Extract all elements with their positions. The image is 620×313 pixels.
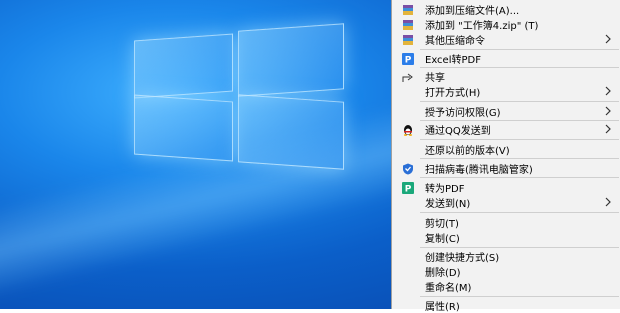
menu-item-give-access[interactable]: 授予访问权限(G) <box>392 104 620 119</box>
menu-item-add-to-zip[interactable]: 添加到 "工作簿4.zip" (T) <box>392 17 620 32</box>
menu-item-label: 剪切(T) <box>425 219 459 230</box>
qq-penguin-icon <box>403 125 413 136</box>
svg-text:P: P <box>405 56 412 66</box>
menu-item-share[interactable]: 共享 <box>392 69 620 84</box>
menu-item-send-to[interactable]: 发送到(N) <box>392 195 620 210</box>
menu-item-other-compress-commands[interactable]: 其他压缩命令 <box>392 32 620 47</box>
windows-logo-pane-top-right <box>238 23 344 97</box>
chevron-right-icon <box>605 86 611 96</box>
menu-item-label: 共享 <box>425 73 445 84</box>
chevron-right-icon <box>605 106 611 116</box>
menu-item-cut[interactable]: 剪切(T) <box>392 215 620 230</box>
menu-item-scan-virus[interactable]: 扫描病毒(腾讯电脑管家) <box>392 161 620 176</box>
share-icon <box>402 73 413 82</box>
menu-separator <box>420 158 619 159</box>
winrar-icon <box>403 35 413 45</box>
menu-item-send-via-qq[interactable]: 通过QQ发送到 <box>392 122 620 137</box>
chevron-right-icon <box>605 124 611 134</box>
menu-item-restore-previous-versions[interactable]: 还原以前的版本(V) <box>392 142 620 157</box>
menu-item-properties[interactable]: 属性(R) <box>392 298 620 313</box>
menu-item-label: 创建快捷方式(S) <box>425 253 500 264</box>
menu-separator <box>420 247 619 248</box>
menu-separator <box>420 212 619 213</box>
menu-item-create-shortcut[interactable]: 创建快捷方式(S) <box>392 249 620 264</box>
menu-item-label: 添加到 "工作簿4.zip" (T) <box>425 21 539 32</box>
menu-item-label: 其他压缩命令 <box>425 36 485 47</box>
winrar-icon <box>403 20 413 30</box>
menu-separator <box>420 177 619 178</box>
windows-logo-pane-bottom-left <box>134 94 233 162</box>
menu-separator <box>420 120 619 121</box>
menu-item-copy[interactable]: 复制(C) <box>392 230 620 245</box>
menu-item-open-with[interactable]: 打开方式(H) <box>392 84 620 99</box>
menu-item-label: 属性(R) <box>425 302 460 313</box>
context-menu: 添加到压缩文件(A)... 添加到 "工作簿4.zip" (T) 其他压缩命令 … <box>391 0 620 313</box>
winrar-icon <box>403 5 413 15</box>
menu-item-label: 转为PDF <box>425 184 465 195</box>
menu-item-excel-to-pdf[interactable]: P Excel转PDF <box>392 51 620 66</box>
menu-separator <box>420 139 619 140</box>
menu-item-label: 添加到压缩文件(A)... <box>425 6 520 17</box>
menu-item-label: 删除(D) <box>425 268 461 279</box>
menu-item-label: 重命名(M) <box>425 283 472 294</box>
menu-separator <box>420 67 619 68</box>
menu-item-label: 通过QQ发送到 <box>425 126 491 137</box>
menu-item-label: 还原以前的版本(V) <box>425 146 510 157</box>
pdf-p-blue-icon: P <box>402 53 414 65</box>
chevron-right-icon <box>605 197 611 207</box>
svg-text:P: P <box>405 185 412 195</box>
menu-separator <box>420 296 619 297</box>
menu-item-label: 扫描病毒(腾讯电脑管家) <box>425 165 533 176</box>
menu-separator <box>420 49 619 50</box>
menu-separator <box>420 101 619 102</box>
menu-item-label: 打开方式(H) <box>425 88 481 99</box>
menu-item-add-to-archive[interactable]: 添加到压缩文件(A)... <box>392 2 620 17</box>
menu-item-convert-to-pdf[interactable]: P 转为PDF <box>392 180 620 195</box>
menu-item-delete[interactable]: 删除(D) <box>392 264 620 279</box>
menu-item-label: 复制(C) <box>425 234 460 245</box>
windows-logo-pane-top-left <box>134 33 233 99</box>
menu-item-label: Excel转PDF <box>425 55 481 66</box>
chevron-right-icon <box>605 34 611 44</box>
windows-logo-pane-bottom-right <box>238 94 344 170</box>
pdf-p-green-icon: P <box>402 182 414 194</box>
menu-item-label: 授予访问权限(G) <box>425 108 501 119</box>
menu-item-label: 发送到(N) <box>425 199 471 210</box>
tencent-shield-icon <box>403 163 413 175</box>
menu-item-rename[interactable]: 重命名(M) <box>392 279 620 294</box>
